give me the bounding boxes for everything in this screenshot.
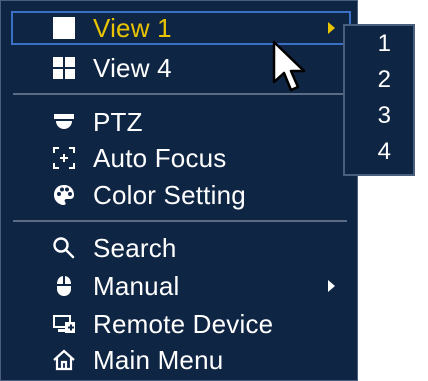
menu-item-search[interactable]: Search (11, 231, 351, 265)
single-view-icon (49, 13, 79, 43)
focus-icon (49, 143, 79, 173)
mouse-icon (49, 271, 79, 301)
menu-item-label: View 1 (93, 12, 172, 43)
menu-item-main-menu[interactable]: Main Menu (11, 343, 351, 377)
submenu-item-1[interactable]: 1 (345, 29, 413, 59)
menu-item-color-setting[interactable]: Color Setting (11, 178, 351, 212)
menu-item-ptz[interactable]: PTZ (11, 105, 351, 139)
submenu-item-2[interactable]: 2 (345, 65, 413, 95)
view-1-submenu: 1 2 3 4 (343, 24, 415, 176)
submenu-arrow-icon (328, 22, 335, 34)
submenu-arrow-icon (328, 280, 335, 292)
search-icon (49, 233, 79, 263)
menu-item-auto-focus[interactable]: Auto Focus (11, 141, 351, 175)
menu-item-label: Color Setting (93, 179, 246, 210)
ptz-camera-icon (49, 107, 79, 137)
palette-icon (49, 180, 79, 210)
menu-item-label: Remote Device (93, 308, 274, 339)
home-icon (49, 345, 79, 375)
menu-item-manual[interactable]: Manual (11, 269, 351, 303)
menu-item-label: Manual (93, 270, 180, 301)
menu-item-label: View 4 (93, 52, 172, 83)
menu-item-label: PTZ (93, 106, 143, 137)
menu-item-label: Auto Focus (93, 142, 227, 173)
screen: View 1 View 4 PTZ Auto Focus Color Setti… (0, 0, 428, 381)
mouse-cursor-icon (272, 40, 306, 92)
submenu-item-3[interactable]: 3 (345, 101, 413, 131)
menu-item-remote-device[interactable]: Remote Device (11, 307, 351, 341)
remote-device-icon (49, 309, 79, 339)
menu-item-label: Search (93, 232, 177, 263)
menu-item-label: Main Menu (93, 344, 224, 375)
quad-view-icon (49, 53, 79, 83)
menu-separator (13, 220, 347, 222)
submenu-item-4[interactable]: 4 (345, 137, 413, 167)
